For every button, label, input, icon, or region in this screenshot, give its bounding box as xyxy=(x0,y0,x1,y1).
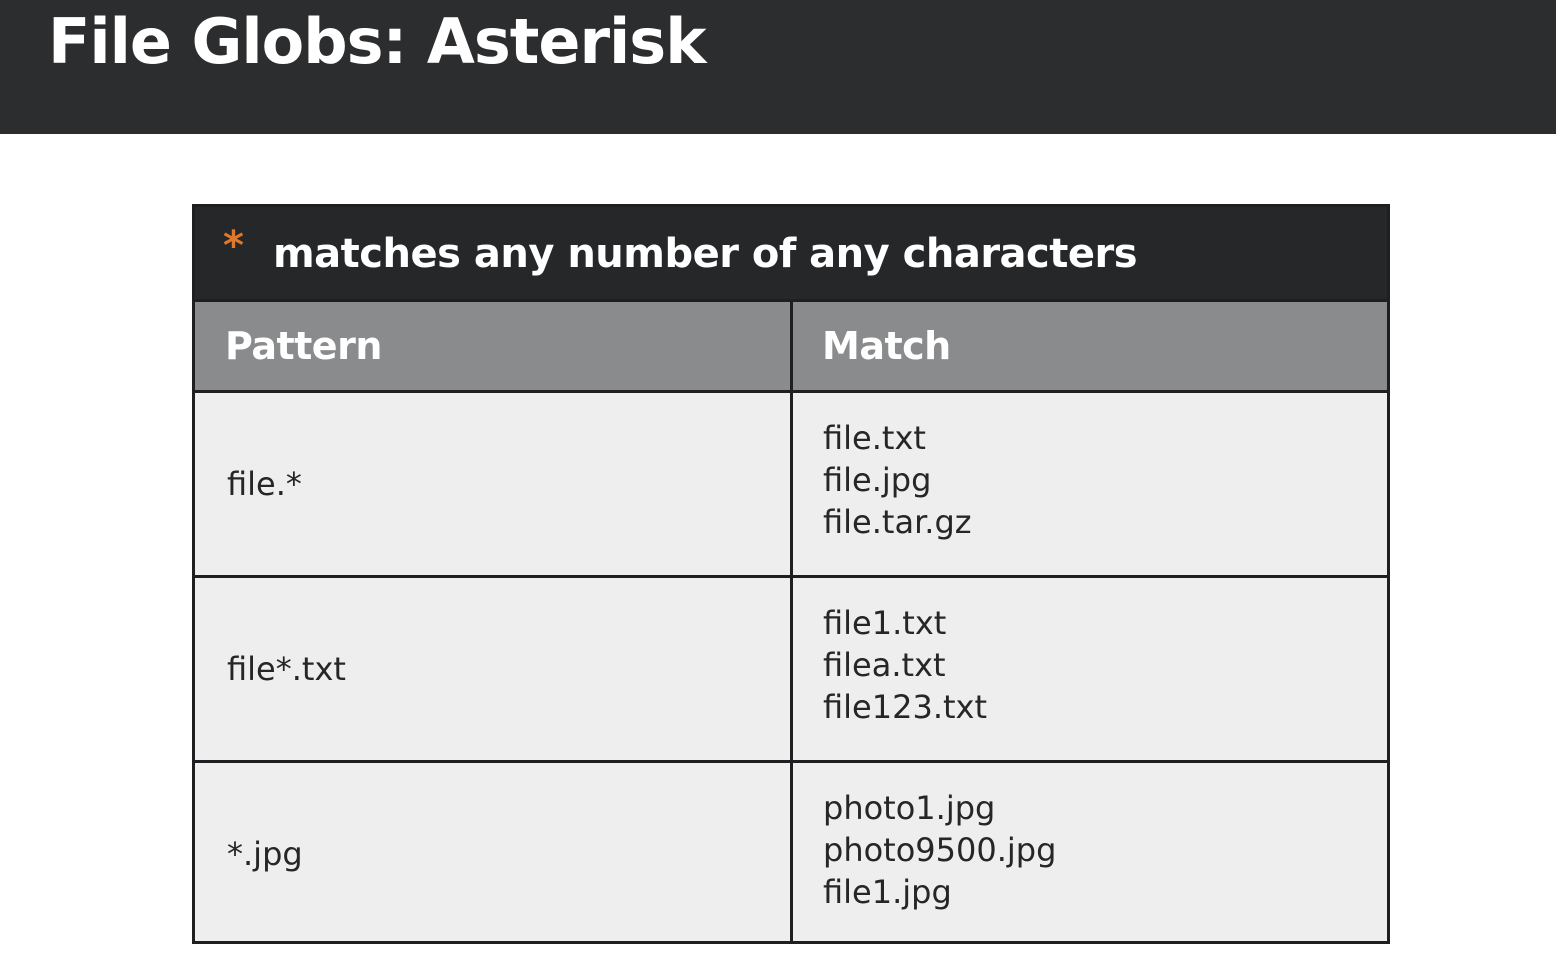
match-item: filea.txt xyxy=(823,646,946,684)
title-bar: File Globs: Asterisk xyxy=(0,0,1556,134)
match-item: file.jpg xyxy=(823,461,932,499)
glob-table: * matches any number of any characters P… xyxy=(192,204,1390,944)
caption-text: matches any number of any characters xyxy=(273,231,1138,277)
header-pattern: Pattern xyxy=(225,324,382,368)
match-item: file1.txt xyxy=(823,604,947,642)
match-item: photo9500.jpg xyxy=(823,831,1057,869)
match-item: file.tar.gz xyxy=(823,503,972,541)
table-caption: * matches any number of any characters xyxy=(195,207,1387,302)
match-item: file1.jpg xyxy=(823,873,952,911)
pattern-cell: file.* xyxy=(227,465,302,503)
match-item: photo1.jpg xyxy=(823,789,996,827)
match-cell: file.txt file.jpg file.tar.gz xyxy=(823,417,972,543)
match-cell: photo1.jpg photo9500.jpg file1.jpg xyxy=(823,787,1056,913)
column-divider xyxy=(790,302,793,942)
pattern-cell: *.jpg xyxy=(227,835,303,873)
match-item: file.txt xyxy=(823,419,926,457)
pattern-cell: file*.txt xyxy=(227,650,346,688)
slide-title: File Globs: Asterisk xyxy=(48,5,706,78)
asterisk-icon: * xyxy=(223,223,244,269)
header-match: Match xyxy=(822,324,951,368)
match-cell: file1.txt filea.txt file123.txt xyxy=(823,602,987,728)
match-item: file123.txt xyxy=(823,688,988,726)
